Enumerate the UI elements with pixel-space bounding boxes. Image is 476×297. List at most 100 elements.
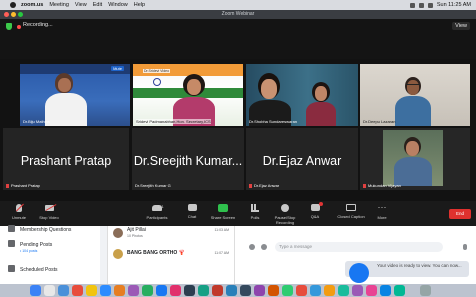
launchpad-icon[interactable]	[44, 285, 55, 296]
app-icon[interactable]	[394, 285, 405, 296]
video-tile[interactable]: Dr.Deepu Lazaran	[360, 64, 470, 126]
message-input[interactable]: Type a message	[275, 242, 443, 252]
calendar-icon[interactable]	[212, 285, 223, 296]
finder-icon[interactable]	[30, 285, 41, 296]
sidebar-item-label: Scheduled Posts	[20, 267, 58, 273]
closed-caption-button[interactable]: Closed Caption	[334, 204, 368, 219]
menu-help[interactable]: Help	[134, 2, 145, 8]
facetime-icon[interactable]	[198, 285, 209, 296]
chat-icon	[187, 204, 197, 211]
mail-icon[interactable]	[226, 285, 237, 296]
attach-icon[interactable]	[261, 244, 267, 250]
menu-edit[interactable]: Edit	[93, 2, 102, 8]
facebook-icon[interactable]	[156, 285, 167, 296]
menu-app-name[interactable]: zoom.us	[21, 2, 43, 8]
stop-video-button[interactable]: Stop Video	[36, 204, 62, 220]
app-icon[interactable]	[282, 285, 293, 296]
notes-icon[interactable]	[86, 285, 97, 296]
app-icon[interactable]	[324, 285, 335, 296]
video-tile-active-speaker[interactable]: Dr.Shobha Sundareswaran	[246, 64, 358, 126]
notification-toast[interactable]: Your video is ready to view. You can now…	[345, 261, 469, 283]
app-icon[interactable]	[268, 285, 279, 296]
chrome-icon[interactable]	[72, 285, 83, 296]
video-gallery: Mute Dr.Biju Mathew Dr.Sridevi Video Sri…	[0, 59, 476, 201]
share-screen-button[interactable]: Share Screen	[207, 204, 239, 220]
participant-big-name: Dr.Sreejith Kumar...	[133, 154, 243, 168]
status-area: Sun 11:25 AM	[409, 2, 476, 8]
participant-video	[406, 84, 420, 87]
sidebar-item-label: Membership Questions	[20, 227, 72, 233]
polls-button[interactable]: Polls	[245, 204, 265, 220]
video-tile-off[interactable]: Dr.Ejaz Anwar Dr.Ejaz Anwar	[246, 128, 358, 190]
participants-label: Participants	[146, 215, 168, 220]
window-title: Zoom Webinar	[221, 11, 255, 17]
view-button[interactable]: View	[452, 22, 470, 30]
status-icon[interactable]	[409, 2, 415, 8]
mute-badge[interactable]: Mute	[111, 66, 124, 71]
sidebar-item-scheduled-posts[interactable]: Scheduled Posts	[8, 265, 58, 273]
shield-icon[interactable]	[6, 23, 12, 30]
record-button[interactable]: Pause/Stop Recording	[268, 204, 302, 225]
music-icon[interactable]	[170, 285, 181, 296]
participant-name: Dr.Sreejith Kumar G	[135, 183, 171, 188]
battery-icon[interactable]	[427, 2, 433, 8]
menu-view[interactable]: View	[75, 2, 87, 8]
sidebar-item-membership-questions[interactable]: Membership Questions	[8, 225, 71, 233]
menu-window[interactable]: Window	[108, 2, 128, 8]
flag-background	[153, 78, 161, 86]
messages-icon[interactable]	[142, 285, 153, 296]
participant-name: Sridevi Padmanabhan,Hon. Secretary,ICS	[136, 119, 211, 124]
safari-icon[interactable]	[58, 285, 69, 296]
participant-name-label: Prashant Pratap	[6, 183, 40, 188]
apple-icon[interactable]	[10, 2, 16, 8]
video-tile[interactable]: Dr.Sridevi Video Sridevi Padmanabhan,Hon…	[133, 64, 243, 126]
app-icon[interactable]	[380, 285, 391, 296]
recording-label[interactable]: Recording...	[23, 22, 53, 28]
more-button[interactable]: ··· More	[372, 203, 392, 221]
participants-count: 131	[157, 204, 164, 209]
mic-icon[interactable]	[463, 244, 467, 250]
wifi-icon[interactable]	[418, 2, 424, 8]
photos-icon[interactable]	[114, 285, 125, 296]
app-icon[interactable]	[296, 285, 307, 296]
app-icon[interactable]	[254, 285, 265, 296]
caption-icon	[346, 204, 356, 211]
video-tile[interactable]: Mukundan Vijayan	[360, 128, 470, 190]
menu-meeting[interactable]: Meeting	[49, 2, 69, 8]
trash-icon[interactable]	[420, 285, 431, 296]
end-button[interactable]: End	[449, 209, 471, 219]
polls-label: Polls	[250, 215, 260, 220]
participant-name: Dr.Biju Mathew	[23, 119, 50, 124]
notification-text: Your video is ready to view. You can now…	[377, 263, 462, 268]
qa-icon	[310, 202, 323, 211]
menu-clock[interactable]: Sun 11:25 AM	[437, 2, 471, 8]
video-tile[interactable]: Mute Dr.Biju Mathew	[20, 64, 130, 126]
closed-caption-label: Closed Caption	[337, 214, 365, 219]
app-icon[interactable]	[310, 285, 321, 296]
app-icon[interactable]	[128, 285, 139, 296]
zoom-icon[interactable]	[100, 285, 111, 296]
participant-big-name: Prashant Pratap	[20, 154, 112, 168]
qa-button[interactable]: Q&A	[305, 202, 325, 219]
qa-badge	[318, 202, 323, 206]
app-icon[interactable]	[366, 285, 377, 296]
app-icon[interactable]	[352, 285, 363, 296]
settings-icon[interactable]	[184, 285, 195, 296]
mic-muted-icon	[6, 184, 9, 188]
video-tile-off[interactable]: Dr.Sreejith Kumar... Dr.Sreejith Kumar G	[132, 128, 244, 190]
video-off-icon	[44, 205, 54, 211]
recording-indicator-icon	[17, 25, 21, 29]
unmute-button[interactable]: Unmute	[8, 204, 30, 220]
window-title-bar: Zoom Webinar	[0, 10, 476, 19]
participant-name: Dr.Ejaz Anwar	[254, 183, 280, 188]
participant-video	[395, 96, 431, 126]
emoji-icon[interactable]	[249, 244, 255, 250]
polls-icon	[251, 204, 259, 212]
video-tile-off[interactable]: Prashant Pratap Prashant Pratap	[3, 128, 129, 190]
sidebar-item-pending-posts[interactable]: Pending Posts • 104 posts	[8, 240, 52, 253]
chat-button[interactable]: Chat	[183, 204, 201, 219]
terminal-icon[interactable]	[240, 285, 251, 296]
participant-video	[306, 102, 336, 126]
participant-video	[406, 141, 419, 156]
app-icon[interactable]	[338, 285, 349, 296]
